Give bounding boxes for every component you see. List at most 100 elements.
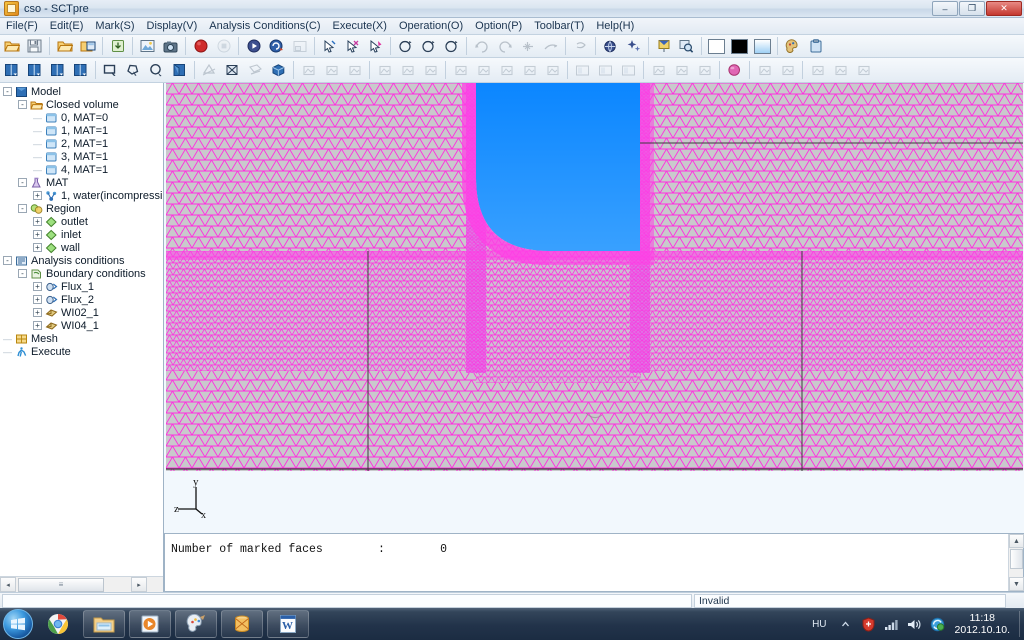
tree-item-closed-volume[interactable]: - Closed volume [0,98,163,111]
menu-toolbar-t-[interactable]: Toolbar(T) [528,19,590,33]
view-right-icon[interactable] [70,60,91,80]
palette-icon[interactable] [782,36,803,56]
tree-item-wall[interactable]: + wall [0,241,163,254]
tree-collapse-toggle[interactable]: - [18,204,27,213]
zoom-window-icon[interactable] [676,36,697,56]
menu-option-p-[interactable]: Option(P) [469,19,528,33]
menu-operation-o-[interactable]: Operation(O) [393,19,469,33]
rotate-ball-icon[interactable] [395,36,416,56]
tree-expand-toggle[interactable]: + [33,217,42,226]
sparkle-icon[interactable] [623,36,644,56]
play-icon[interactable] [243,36,264,56]
solid-cube-icon[interactable] [268,60,289,80]
tree-item-region[interactable]: - Region [0,202,163,215]
taskbar-paint-icon[interactable] [175,610,217,638]
swatch-black[interactable] [729,36,750,56]
mesh-viewport[interactable] [166,83,1023,471]
tree-item-wi02-1[interactable]: + WI02_1 [0,306,163,319]
tree-item-1-water-incompressible[interactable]: +1, water(incompressible [0,189,163,202]
menu-analysis-conditions-c-[interactable]: Analysis Conditions(C) [203,19,326,33]
select-plane-icon[interactable] [169,60,190,80]
record-icon[interactable] [190,36,211,56]
taskbar-clock[interactable]: 11:18 2012.10.10. [955,612,1010,636]
flag-icon[interactable] [653,36,674,56]
scroll-up-arrow[interactable]: ▲ [1009,534,1024,548]
tree-item-4-mat-1[interactable]: — 4, MAT=1 [0,163,163,176]
pick-element-icon[interactable] [342,36,363,56]
tree-expand-toggle[interactable]: + [33,191,42,200]
menu-display-v-[interactable]: Display(V) [141,19,204,33]
mesh-clip-icon[interactable] [222,60,243,80]
camera-icon[interactable] [160,36,181,56]
network-signal-icon[interactable] [883,616,900,633]
view-back-icon[interactable] [24,60,45,80]
tree-item-mat[interactable]: - MAT [0,176,163,189]
menu-help-h-[interactable]: Help(H) [590,19,640,33]
tree-item-flux-2[interactable]: + Flux_2 [0,293,163,306]
pick-node-icon[interactable] [319,36,340,56]
picture-icon[interactable] [137,36,158,56]
scroll-right-arrow[interactable]: ▸ [131,577,147,592]
tree-expand-toggle[interactable]: + [33,308,42,317]
tree-item-model[interactable]: - Model [0,85,163,98]
taskbar-sctpre-icon[interactable] [221,610,263,638]
open-folder-icon[interactable] [1,36,22,56]
tree-item-analysis-conditions[interactable]: - Analysis conditions [0,254,163,267]
scroll-down-arrow[interactable]: ▼ [1009,577,1024,591]
tree-item-execute[interactable]: — Execute [0,345,163,358]
pick-face-icon[interactable] [365,36,386,56]
tree-item-3-mat-1[interactable]: — 3, MAT=1 [0,150,163,163]
windows-update-icon[interactable] [929,616,946,633]
viewport-container[interactable]: y z x [164,83,1024,533]
rotate-ball3-icon[interactable] [441,36,462,56]
export-icon[interactable] [107,36,128,56]
scroll-left-arrow[interactable]: ◂ [0,577,16,592]
show-desktop-button[interactable] [1019,611,1020,637]
tree-expand-toggle[interactable]: + [33,295,42,304]
message-scroll-thumb[interactable] [1010,549,1023,569]
taskbar-chrome-icon[interactable] [37,610,79,638]
volume-icon[interactable] [906,616,923,633]
restore-button[interactable]: ❐ [959,1,985,16]
tree-expand-toggle[interactable]: + [33,321,42,330]
globe-icon[interactable] [600,36,621,56]
import-model-icon[interactable] [77,36,98,56]
message-vertical-scrollbar[interactable]: ▲ ▼ [1008,534,1024,591]
menu-file-f-[interactable]: File(F) [0,19,44,33]
minimize-button[interactable]: – [932,1,958,16]
menu-mark-s-[interactable]: Mark(S) [89,19,140,33]
scroll-thumb[interactable]: ≡ [18,577,104,592]
action-center-icon[interactable] [860,616,877,633]
tree-collapse-toggle[interactable]: - [3,256,12,265]
tree-item-1-mat-1[interactable]: — 1, MAT=1 [0,124,163,137]
tree-item-inlet[interactable]: + inlet [0,228,163,241]
swatch-white[interactable] [706,36,727,56]
tree-horizontal-scrollbar[interactable]: ◂ ≡ ▸ [0,576,163,592]
save-icon[interactable] [24,36,45,56]
show-hidden-icons-arrow[interactable] [837,616,854,633]
tree-item-0-mat-0[interactable]: — 0, MAT=0 [0,111,163,124]
tree-item-boundary-conditions[interactable]: - Boundary conditions [0,267,163,280]
menu-edit-e-[interactable]: Edit(E) [44,19,90,33]
select-rect-icon[interactable] [100,60,121,80]
tree-item-wi04-1[interactable]: + WI04_1 [0,319,163,332]
swatch-gradient[interactable] [752,36,773,56]
start-orb-icon[interactable] [3,609,33,639]
sphere-magenta-icon[interactable] [724,60,745,80]
tree-collapse-toggle[interactable]: - [3,87,12,96]
view-front-icon[interactable] [1,60,22,80]
open-folder-alt-icon[interactable] [54,36,75,56]
rotate-ball2-icon[interactable] [418,36,439,56]
tree-item-outlet[interactable]: + outlet [0,215,163,228]
select-circle-icon[interactable] [146,60,167,80]
tree-expand-toggle[interactable]: + [33,230,42,239]
replay-icon[interactable] [266,36,287,56]
tree-collapse-toggle[interactable]: - [18,178,27,187]
tray-language[interactable]: HU [812,619,826,630]
tree-expand-toggle[interactable]: + [33,282,42,291]
tree-item-2-mat-1[interactable]: — 2, MAT=1 [0,137,163,150]
tree-item-mesh[interactable]: — Mesh [0,332,163,345]
menu-execute-x-[interactable]: Execute(X) [327,19,393,33]
tree-collapse-toggle[interactable]: - [18,269,27,278]
taskbar-media-player-icon[interactable] [129,610,171,638]
